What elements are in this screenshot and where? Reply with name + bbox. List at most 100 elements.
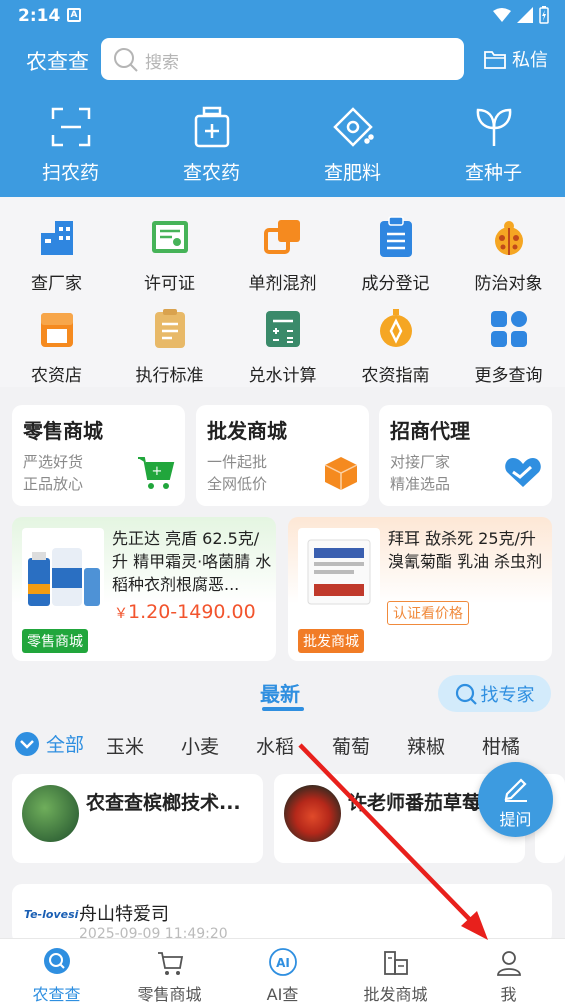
mall-line: 精准选品: [390, 475, 451, 493]
post-card[interactable]: Te-lovesi 舟山特爱司 2025-09-09 11:49:20: [12, 884, 552, 944]
mall-line: 对接厂家: [390, 453, 451, 471]
expert-card[interactable]: 农查查槟榔技术...: [12, 774, 263, 863]
message-button[interactable]: 私信: [484, 46, 548, 72]
mall-line: 正品放心: [23, 475, 84, 493]
chevron-down-icon: [15, 731, 39, 756]
category-all-label: 全部: [46, 734, 85, 756]
cart-icon: +: [138, 457, 175, 489]
search-placeholder: 搜索: [145, 53, 179, 73]
expert-name: 农查查槟榔技术...: [86, 792, 241, 814]
nav-retail[interactable]: 零售商城: [113, 939, 226, 1004]
grid-item-shop[interactable]: 农资店: [0, 307, 113, 386]
grid-item-calculator[interactable]: 兑水计算: [226, 307, 339, 386]
bottom-nav: 农查查 零售商城 AI AI查 批发商城 我: [0, 938, 565, 1004]
grid-label: 执行标准: [135, 366, 204, 386]
mall-title: 招商代理: [390, 419, 470, 443]
system-icons: [493, 6, 549, 24]
category-item[interactable]: 水稻: [256, 732, 294, 759]
category-item[interactable]: 小麦: [181, 732, 219, 759]
product-name: 先正达 亮盾 62.5克/升 精甲霜灵·咯菌腈 水稻种衣剂根腐恶...: [112, 529, 272, 594]
grid-item-registration[interactable]: 成分登记: [339, 215, 452, 294]
grid-label: 成分登记: [361, 274, 430, 294]
grid-item-target[interactable]: 防治对象: [452, 215, 565, 294]
status-time: 2:14: [18, 6, 61, 26]
category-item[interactable]: 葡萄: [332, 732, 370, 759]
nav-label: 零售商城: [137, 985, 202, 1004]
mall-line: 严选好货: [23, 453, 84, 471]
grid-item-license[interactable]: 许可证: [113, 215, 226, 294]
price-value: 1.20-1490.00: [128, 601, 256, 623]
mall-card-agent[interactable]: 招商代理 对接厂家精准选品: [379, 405, 552, 506]
mall-subtitle: 一件起批 全网低价: [207, 451, 267, 495]
box-icon: [324, 457, 358, 490]
grid-item-more[interactable]: 更多查询: [452, 307, 565, 386]
mix-icon: [263, 220, 300, 254]
mall-card-wholesale[interactable]: 批发商城 一件起批 全网低价: [196, 405, 369, 506]
quick-check-fertilizer[interactable]: 查肥料: [282, 104, 423, 185]
product-price: ￥1.20-1490.00: [114, 601, 256, 623]
grid-label: 许可证: [144, 274, 195, 294]
nav-ai[interactable]: AI AI查: [226, 939, 339, 1004]
pesticide-bottle-icon: [194, 106, 229, 148]
compass-icon: [379, 309, 412, 347]
grid-item-standard[interactable]: 执行标准: [113, 307, 226, 386]
message-label: 私信: [512, 50, 548, 71]
mall-line: 全网低价: [207, 475, 268, 493]
ladybug-icon: [494, 221, 523, 255]
ask-question-button[interactable]: 提问: [478, 762, 553, 837]
license-icon: [151, 221, 188, 253]
app-brand: 农查查: [26, 50, 89, 74]
quick-label: 查肥料: [323, 162, 381, 184]
product-card[interactable]: 先正达 亮盾 62.5克/升 精甲霜灵·咯菌腈 水稻种衣剂根腐恶... ￥1.2…: [12, 517, 276, 661]
mall-title: 零售商城: [23, 419, 103, 443]
nav-home[interactable]: 农查查: [0, 939, 113, 1004]
search-icon: [455, 683, 477, 705]
more-grid-icon: [490, 311, 527, 347]
category-item[interactable]: 柑橘: [482, 732, 520, 759]
quick-label: 查种子: [464, 162, 522, 184]
product-image: [22, 528, 104, 614]
quick-label: 扫农药: [41, 162, 99, 184]
post-logo: Te-lovesi: [24, 908, 79, 921]
verify-price-button[interactable]: 认证看价格: [387, 601, 469, 625]
nav-label: 农查查: [32, 985, 81, 1004]
calculator-icon: [265, 311, 300, 347]
grid-item-mix[interactable]: 单剂混剂: [226, 215, 339, 294]
user-icon: [496, 951, 521, 976]
quick-check-seed[interactable]: 查种子: [423, 104, 564, 185]
category-item[interactable]: 玉米: [106, 732, 144, 759]
product-name: 拜耳 敌杀死 25克/升溴氰菊酯 乳油 杀虫剂: [388, 529, 543, 571]
product-card[interactable]: 拜耳 敌杀死 25克/升溴氰菊酯 乳油 杀虫剂 认证看价格 批发商城: [288, 517, 552, 661]
find-expert-button[interactable]: 找专家: [438, 675, 551, 712]
shop-icon: [40, 313, 73, 347]
category-bar: 全部 玉米 小麦 水稻 葡萄 辣椒 柑橘: [0, 728, 565, 760]
home-search-icon: [43, 948, 70, 974]
category-item[interactable]: 辣椒: [407, 732, 445, 759]
quick-check-pesticide[interactable]: 查农药: [141, 104, 282, 185]
grid-label: 更多查询: [474, 366, 543, 386]
category-all[interactable]: 全部: [14, 730, 84, 757]
nav-wholesale[interactable]: 批发商城: [339, 939, 452, 1004]
scan-icon: [51, 107, 90, 147]
quick-label: 查农药: [182, 162, 240, 184]
grid-label: 防治对象: [474, 274, 543, 294]
grid-label: 查厂家: [31, 274, 82, 294]
expert-name: 许老师番茄草莓: [348, 792, 482, 814]
mall-card-retail[interactable]: 零售商城 严选好货正品放心 +: [12, 405, 185, 506]
quick-scan-pesticide[interactable]: 扫农药: [0, 104, 141, 185]
find-expert-label: 找专家: [480, 684, 535, 706]
grid-item-factory[interactable]: 查厂家: [0, 215, 113, 294]
clipboard-icon: [379, 216, 412, 257]
nav-me[interactable]: 我: [452, 939, 565, 1004]
seed-icon: [476, 108, 511, 146]
warehouse-icon: [383, 951, 408, 975]
function-grid: 查厂家 许可证 单剂混剂 成分登记 防治对象 农资店 执行标准 兑水计算 农资指…: [0, 197, 565, 387]
folder-icon: [484, 51, 506, 69]
tab-latest[interactable]: 最新: [260, 678, 300, 707]
fertilizer-icon: [332, 107, 374, 147]
search-bar[interactable]: 搜索: [101, 38, 464, 80]
grid-item-guide[interactable]: 农资指南: [339, 307, 452, 386]
mall-subtitle: 严选好货 正品放心: [23, 451, 83, 495]
svg-text:+: +: [152, 464, 163, 479]
quick-actions: 扫农药 查农药 查肥料 查种子: [0, 104, 565, 185]
